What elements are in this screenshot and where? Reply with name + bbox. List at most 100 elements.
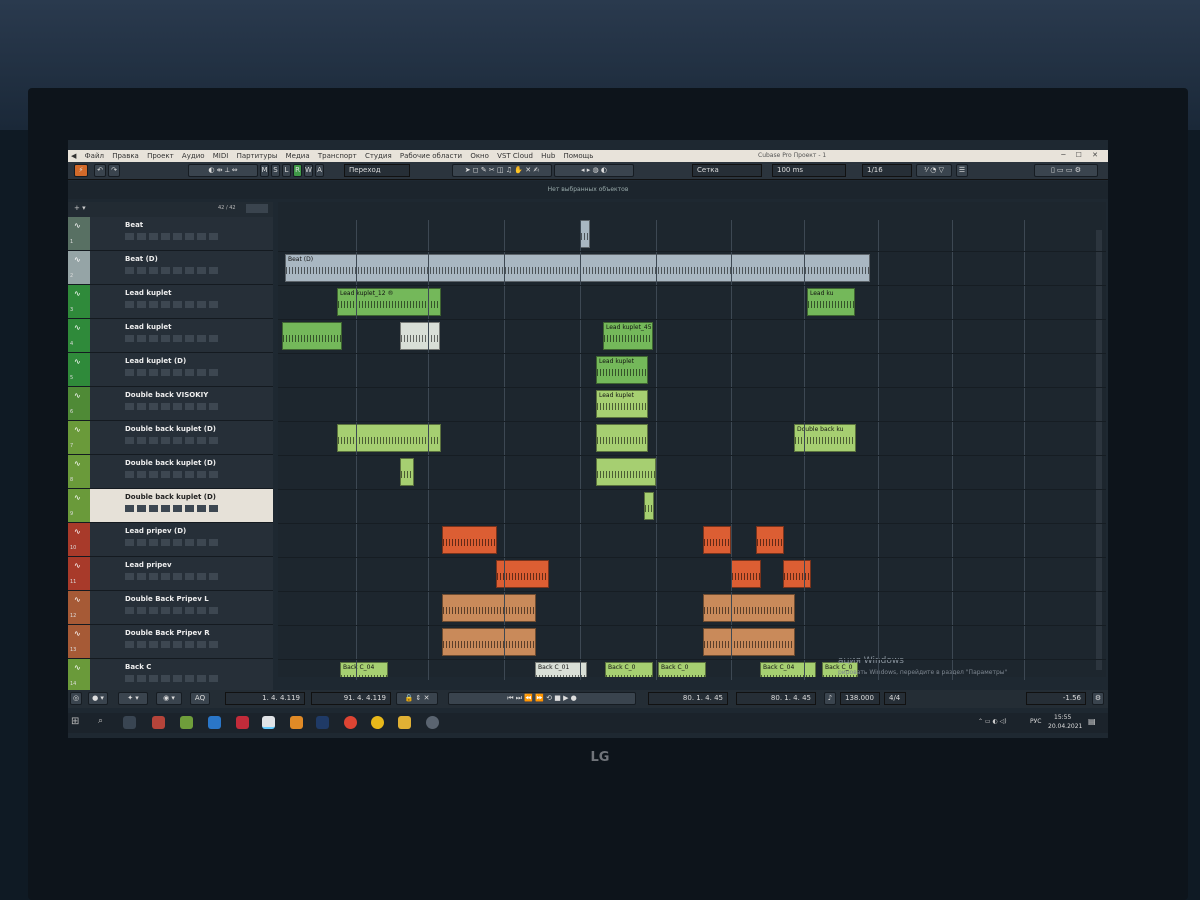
signature-display[interactable]: 4/4 [884,692,906,705]
right-locator[interactable]: 91. 4. 4.119 [311,692,391,705]
track-header[interactable]: ∿ 14 Back C [68,659,273,693]
audio-event[interactable] [703,594,795,622]
audio-event[interactable] [756,526,784,554]
menu-scores[interactable]: Партитуры [234,150,281,160]
track-name[interactable]: Lead pripev [125,561,172,569]
audio-event[interactable]: Beat (D) [285,254,870,282]
audio-event[interactable] [400,322,440,350]
track-controls[interactable] [125,233,220,240]
audio-event[interactable]: Back C_0 [658,662,706,677]
precount-select[interactable]: ◉ ▾ [156,692,182,705]
app-cubase-icon[interactable] [262,716,275,729]
menu-midi[interactable]: MIDI [210,150,232,160]
audio-event[interactable]: Back C_0 [605,662,653,677]
menu-file[interactable]: Файл [82,150,107,160]
track-header[interactable]: ∿ 2 Beat (D) [68,251,273,285]
app-winrar-icon[interactable] [152,716,165,729]
track-name[interactable]: Double back kuplet (D) [125,425,216,433]
activate-project-icon[interactable]: ⚡ [74,164,88,177]
aq-button[interactable]: AQ [190,692,210,705]
track-controls[interactable] [125,403,220,410]
record-mode-select[interactable]: ● ▾ [88,692,108,705]
app-explorer-icon[interactable] [398,716,411,729]
track-name[interactable]: Double back kuplet (D) [125,493,216,501]
audio-event[interactable] [442,526,497,554]
track-header[interactable]: ∿ 1 Beat [68,217,273,251]
grid-value-select[interactable]: 100 ms [772,164,846,177]
tempo-display[interactable]: 138.000 [840,692,880,705]
track-controls[interactable] [125,675,220,682]
audio-event[interactable]: Lead kuplet [596,356,648,384]
track-controls[interactable] [125,437,220,444]
app-chrome-icon[interactable] [344,716,357,729]
menu-project[interactable]: Проект [144,150,177,160]
track-controls[interactable] [125,505,220,512]
audio-event[interactable] [703,526,731,554]
menu-help[interactable]: Помощь [561,150,597,160]
audio-event[interactable] [400,458,414,486]
menu-workspaces[interactable]: Рабочие области [397,150,465,160]
app-red-icon[interactable] [236,716,249,729]
track-controls[interactable] [125,471,220,478]
track-header[interactable]: ∿ 8 Double back kuplet (D) [68,455,273,489]
mode-a[interactable]: A [315,164,324,177]
back-icon[interactable]: ◀ [68,150,79,160]
menu-transport[interactable]: Транспорт [315,150,360,160]
audio-event[interactable] [596,424,648,452]
mode-l[interactable]: L [282,164,291,177]
track-controls[interactable] [125,641,220,648]
track-name[interactable]: Beat [125,221,143,229]
redo-icon[interactable]: ↷ [108,164,120,177]
search-icon[interactable]: ⌕ [98,716,111,729]
menu-window[interactable]: Окно [467,150,492,160]
audio-event[interactable] [783,560,811,588]
vertical-scrollbar[interactable] [1096,230,1102,670]
audio-event[interactable] [442,628,536,656]
track-header[interactable]: ∿ 13 Double Back Pripev R [68,625,273,659]
track-header[interactable]: ∿ 5 Lead kuplet (D) [68,353,273,387]
app-green-icon[interactable] [180,716,193,729]
window-layout-icons[interactable]: ▯ ▭ ▭ ⚙ [1034,164,1098,177]
locator-options[interactable]: 🔒 ⇕ ✕ [396,692,438,705]
audio-event[interactable] [703,628,795,656]
mode-m[interactable]: M [260,164,269,177]
tray-language[interactable]: РУС [1030,718,1041,725]
edit-tools-2[interactable]: ◂ ▸ ◍ ◐ [554,164,634,177]
track-name[interactable]: Double back VISOKIY [125,391,208,399]
mode-s[interactable]: S [271,164,280,177]
track-controls[interactable] [125,573,220,580]
mode-w[interactable]: W [304,164,313,177]
track-header[interactable]: ∿ 3 Lead kuplet [68,285,273,319]
track-name[interactable]: Double back kuplet (D) [125,459,216,467]
mode-r[interactable]: R [293,164,302,177]
position-display-primary[interactable]: 80. 1. 4. 45 [648,692,728,705]
menu-vst-cloud[interactable]: VST Cloud [494,150,536,160]
windows-start-icon[interactable]: ⊞ [71,716,84,729]
track-controls[interactable] [125,369,220,376]
menu-audio[interactable]: Аудио [179,150,208,160]
tray-date[interactable]: 20.04.2021 [1048,723,1082,730]
track-header[interactable]: ∿ 4 Lead kuplet [68,319,273,353]
track-name[interactable]: Lead kuplet [125,289,172,297]
constrain-tools[interactable]: ◐ ⇹ ⟂ ⇔ [188,164,258,177]
track-controls[interactable] [125,607,220,614]
quantize-select[interactable]: 1/16 [862,164,912,177]
audio-event[interactable]: Lead kuplet_45 [603,322,653,350]
menu-hub[interactable]: Hub [538,150,558,160]
arrangement-area[interactable]: Beat (D) Lead kuplet_12 ® Lead ku Lead kupl… [278,202,1106,677]
app-clock-icon[interactable] [426,716,439,729]
track-name[interactable]: Double Back Pripev R [125,629,210,637]
track-name[interactable]: Lead kuplet [125,323,172,331]
app-photoshop-icon[interactable] [316,716,329,729]
track-controls[interactable] [125,539,220,546]
audio-event[interactable] [596,458,656,486]
track-list-options[interactable] [246,204,268,213]
app-edge-icon[interactable] [208,716,221,729]
menu-edit[interactable]: Правка [109,150,142,160]
master-volume[interactable]: -1.56 [1026,692,1086,705]
track-header[interactable]: ∿ 7 Double back kuplet (D) [68,421,273,455]
grid-type-select[interactable]: Сетка [692,164,762,177]
transport-controls[interactable]: ⏮ ⏭ ⏪ ⏩ ⟲ ■ ▶ ● [448,692,636,705]
click-icon[interactable]: ♪ [824,692,836,705]
tray-time[interactable]: 15:55 [1054,714,1071,721]
